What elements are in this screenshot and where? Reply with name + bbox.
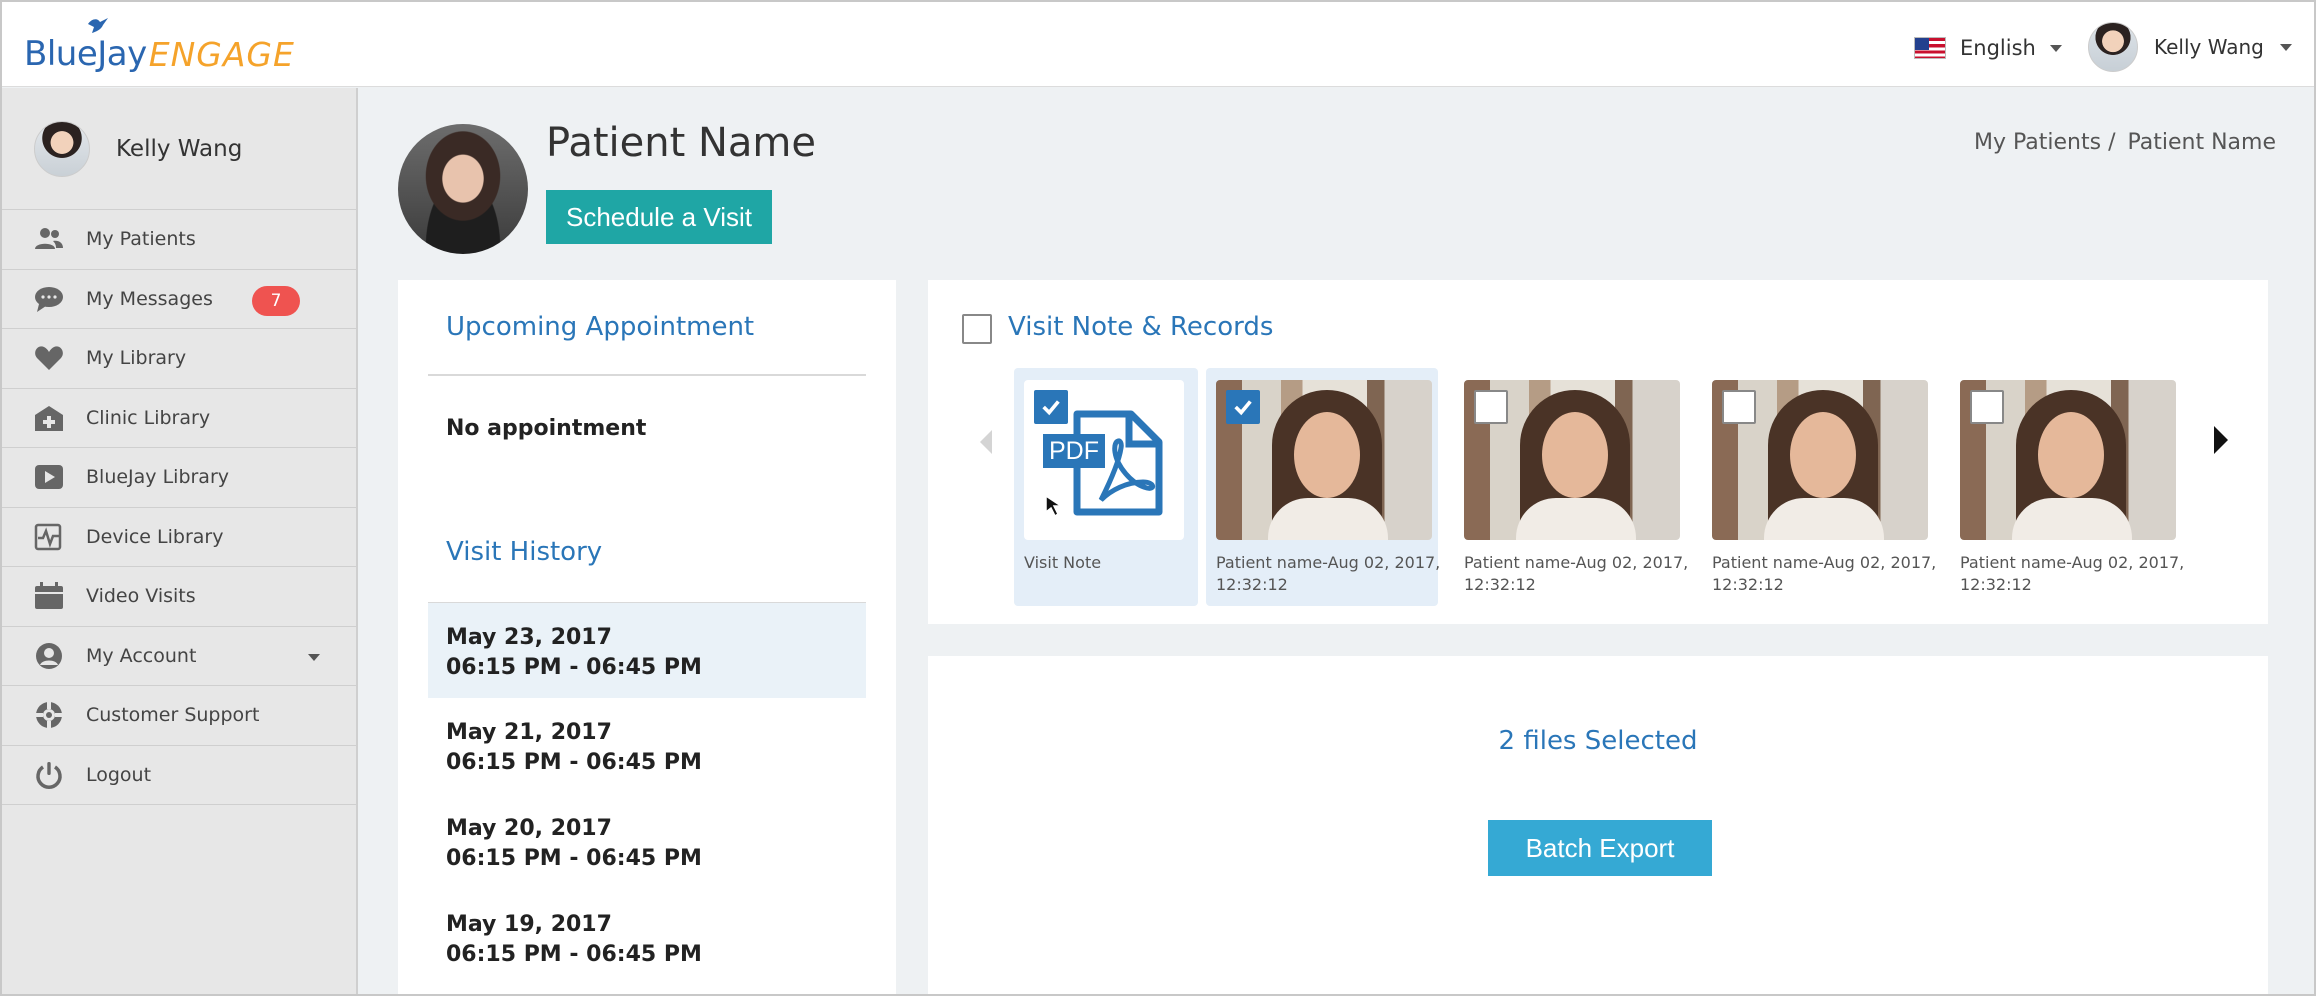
sidebar-item-label: Customer Support: [86, 704, 260, 727]
app-logo[interactable]: BlueJay ENGAGE: [24, 18, 295, 74]
breadcrumb: My Patients / Patient Name: [1974, 130, 2276, 155]
chevron-down-icon[interactable]: [308, 653, 320, 661]
visit-time: 06:15 PM - 06:45 PM: [446, 942, 702, 967]
bird-logo-icon: [88, 18, 108, 33]
patients-icon: [32, 224, 66, 254]
sidebar-item-label: Logout: [86, 763, 152, 786]
record-checkbox[interactable]: [1970, 390, 2004, 424]
sidebar-user-name: Kelly Wang: [116, 135, 243, 162]
files-selected-status: 2 files Selected: [1498, 726, 1698, 756]
support-icon: [32, 700, 66, 730]
visit-history-item[interactable]: May 20, 2017 06:15 PM - 06:45 PM: [428, 794, 866, 890]
sidebar-item-clinic-library[interactable]: Clinic Library: [2, 389, 356, 448]
heart-icon: [32, 343, 66, 373]
clinic-icon: [32, 403, 66, 433]
sidebar: Kelly Wang My Patients My Messages 7 My …: [2, 88, 358, 994]
record-label: Patient name-Aug 02, 2017, 12:32:12: [1464, 553, 1689, 594]
breadcrumb-current: Patient Name: [2127, 130, 2277, 155]
play-icon: [32, 462, 66, 492]
sidebar-item-logout[interactable]: Logout: [2, 746, 356, 805]
device-icon: [32, 522, 66, 552]
sidebar-item-label: Device Library: [86, 525, 224, 548]
appointments-card: Upcoming Appointment No appointment Visi…: [398, 280, 896, 994]
sidebar-item-device-library[interactable]: Device Library: [2, 508, 356, 567]
sidebar-item-customer-support[interactable]: Customer Support: [2, 686, 356, 746]
main-content: Patient Name Schedule a Visit My Patient…: [360, 88, 2314, 994]
account-icon: [32, 641, 66, 671]
visit-date: May 21, 2017: [446, 720, 612, 745]
calendar-icon: [32, 581, 66, 611]
sidebar-item-label: Clinic Library: [86, 406, 211, 429]
no-appointment-text: No appointment: [446, 416, 647, 441]
page-title: Patient Name: [546, 120, 816, 166]
carousel-next-icon[interactable]: [2212, 424, 2230, 456]
divider: [428, 374, 866, 376]
messages-icon: [32, 284, 66, 314]
sidebar-item-label: My Library: [86, 347, 187, 370]
record-label: Patient name-Aug 02, 2017, 12:32:12: [1960, 553, 2185, 594]
sidebar-item-bluejay-library[interactable]: BlueJay Library: [2, 448, 356, 508]
record-tile-photo[interactable]: Patient name-Aug 02, 2017, 12:32:12: [1950, 368, 2184, 606]
record-checkbox[interactable]: [1474, 390, 1508, 424]
visit-time: 06:15 PM - 06:45 PM: [446, 655, 702, 680]
visit-history-list: May 23, 2017 06:15 PM - 06:45 PM May 21,…: [428, 602, 866, 986]
app-window: BlueJay ENGAGE English Kelly Wang Kelly …: [0, 0, 2316, 996]
mouse-cursor-icon: [1045, 494, 1064, 518]
export-card: 2 files Selected Batch Export: [928, 656, 2268, 994]
upcoming-appointment-title: Upcoming Appointment: [446, 312, 755, 342]
record-checkbox[interactable]: [1226, 390, 1260, 424]
sidebar-item-video-visits[interactable]: Video Visits: [2, 567, 356, 627]
avatar: [2088, 22, 2138, 72]
breadcrumb-my-patients[interactable]: My Patients /: [1974, 130, 2115, 155]
visit-records-card: Visit Note & Records PDF Visit Note Pati…: [928, 280, 2268, 624]
visit-time: 06:15 PM - 06:45 PM: [446, 846, 702, 871]
power-icon: [32, 760, 66, 790]
carousel-prev-icon[interactable]: [978, 428, 994, 456]
sidebar-item-my-account[interactable]: My Account: [2, 627, 356, 686]
language-selector[interactable]: English: [1914, 36, 2062, 60]
chevron-down-icon: [2049, 44, 2062, 52]
chevron-down-icon: [2279, 43, 2292, 51]
language-label: English: [1960, 36, 2036, 60]
record-tile-photo[interactable]: Patient name-Aug 02, 2017, 12:32:12: [1454, 368, 1688, 606]
visit-date: May 20, 2017: [446, 816, 612, 841]
sidebar-item-label: My Messages: [86, 287, 213, 310]
top-bar: BlueJay ENGAGE English Kelly Wang: [2, 2, 2314, 87]
sidebar-item-my-patients[interactable]: My Patients: [2, 210, 356, 270]
schedule-visit-button[interactable]: Schedule a Visit: [546, 190, 772, 244]
user-menu-name: Kelly Wang: [2154, 35, 2264, 59]
visit-date: May 23, 2017: [446, 625, 612, 650]
user-menu[interactable]: Kelly Wang: [2088, 22, 2292, 72]
record-tile-photo[interactable]: Patient name-Aug 02, 2017, 12:32:12: [1206, 368, 1440, 606]
avatar: [34, 120, 90, 177]
patient-avatar: [398, 124, 528, 254]
sidebar-item-label: My Account: [86, 644, 197, 667]
visit-history-title: Visit History: [446, 537, 603, 567]
visit-history-item[interactable]: May 23, 2017 06:15 PM - 06:45 PM: [428, 602, 866, 698]
logo-text-main: BlueJay: [24, 34, 147, 74]
sidebar-item-label: Video Visits: [86, 585, 196, 608]
sidebar-user: Kelly Wang: [2, 88, 356, 210]
us-flag-icon: [1914, 37, 1946, 59]
select-all-checkbox[interactable]: [962, 314, 992, 344]
record-checkbox[interactable]: [1722, 390, 1756, 424]
svg-text:PDF: PDF: [1049, 437, 1099, 465]
logo-text-accent: ENGAGE: [148, 35, 295, 74]
record-tile-visit-note[interactable]: PDF Visit Note: [1014, 368, 1198, 606]
visit-history-item[interactable]: May 19, 2017 06:15 PM - 06:45 PM: [428, 890, 866, 986]
batch-export-button[interactable]: Batch Export: [1488, 820, 1712, 876]
sidebar-item-my-library[interactable]: My Library: [2, 329, 356, 389]
sidebar-item-label: My Patients: [86, 228, 196, 251]
visit-date: May 19, 2017: [446, 912, 612, 937]
unread-count-badge: 7: [252, 285, 300, 316]
record-checkbox[interactable]: [1034, 390, 1068, 424]
sidebar-item-label: BlueJay Library: [86, 466, 230, 489]
record-label: Patient name-Aug 02, 2017, 12:32:12: [1216, 553, 1441, 594]
visit-time: 06:15 PM - 06:45 PM: [446, 750, 702, 775]
sidebar-item-my-messages[interactable]: My Messages 7: [2, 270, 356, 329]
record-tile-photo[interactable]: Patient name-Aug 02, 2017, 12:32:12: [1702, 368, 1936, 606]
visit-history-item[interactable]: May 21, 2017 06:15 PM - 06:45 PM: [428, 698, 866, 794]
record-label: Patient name-Aug 02, 2017, 12:32:12: [1712, 553, 1937, 594]
visit-records-title: Visit Note & Records: [1008, 312, 1274, 342]
